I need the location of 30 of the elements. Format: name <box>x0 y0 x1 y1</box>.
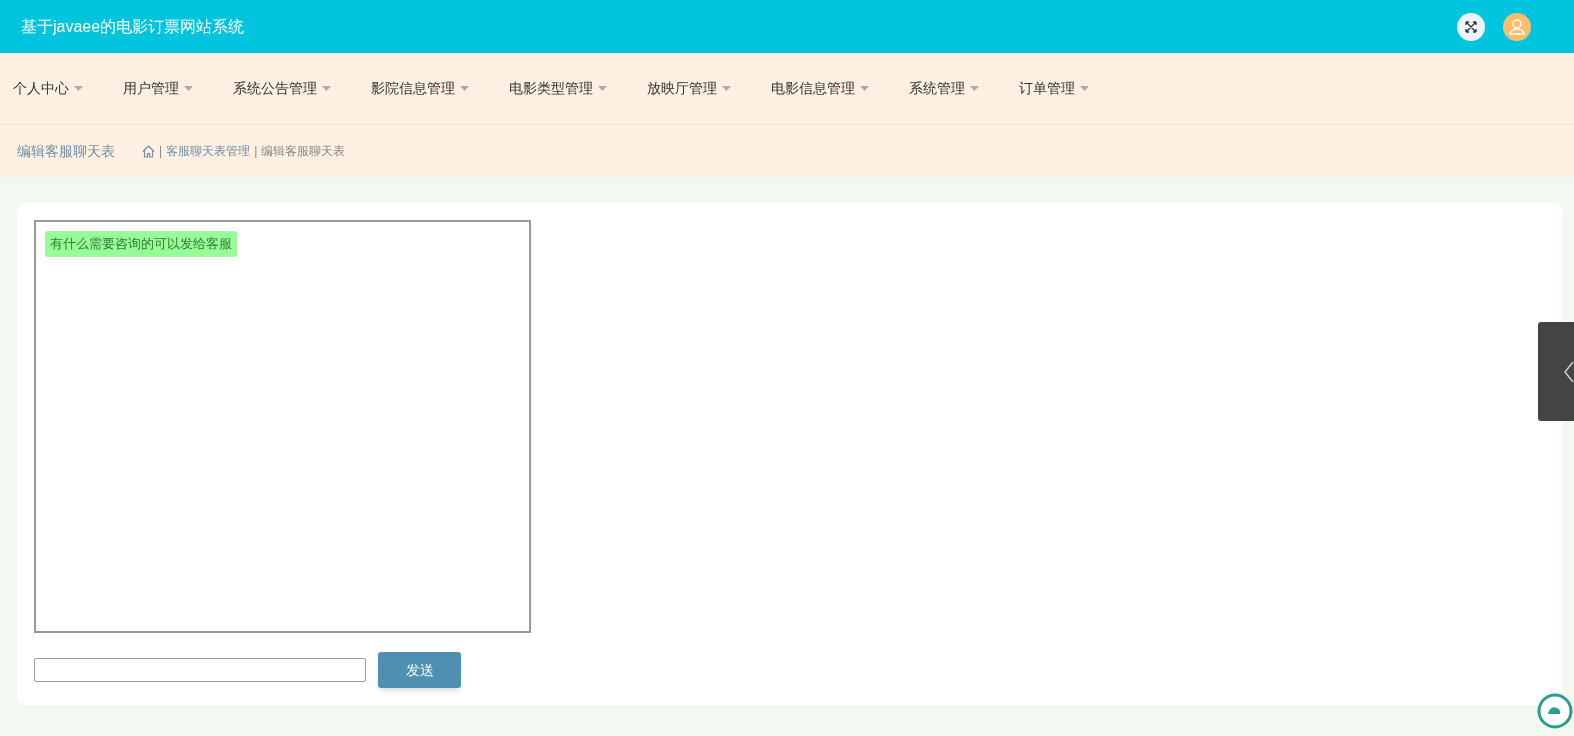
caret-icon <box>460 86 469 91</box>
menu-item[interactable]: 系统管理 <box>889 53 999 124</box>
caret-icon <box>598 86 607 91</box>
user-avatar-icon[interactable] <box>1503 12 1531 41</box>
menu-item[interactable]: 用户管理 <box>103 53 213 124</box>
fullscreen-icon[interactable] <box>1457 12 1485 41</box>
chat-bubble-icon[interactable] <box>1536 692 1574 730</box>
menu-item[interactable]: 影院信息管理 <box>351 53 489 124</box>
chat-message: 有什么需要咨询的可以发给客服 <box>45 231 237 257</box>
caret-icon <box>860 86 869 91</box>
message-input[interactable] <box>34 658 366 682</box>
menu-item[interactable]: 个人中心 <box>0 53 103 124</box>
menu-item[interactable]: 电影类型管理 <box>489 53 627 124</box>
home-icon[interactable] <box>142 144 155 158</box>
menu-item[interactable]: 订单管理 <box>999 53 1109 124</box>
chevron-left-icon <box>1564 359 1574 384</box>
menu-item[interactable]: 电影信息管理 <box>751 53 889 124</box>
breadcrumb-separator: | <box>254 143 258 160</box>
page-title: 编辑客服聊天表 <box>17 141 115 161</box>
menu-item[interactable]: 放映厅管理 <box>627 53 751 124</box>
caret-icon <box>322 86 331 91</box>
caret-icon <box>970 86 979 91</box>
caret-icon <box>1080 86 1089 91</box>
caret-icon <box>722 86 731 91</box>
menu-item[interactable]: 系统公告管理 <box>213 53 351 124</box>
site-title: 基于javaee的电影订票网站系统 <box>21 16 245 37</box>
send-button[interactable]: 发送 <box>378 652 461 688</box>
caret-icon <box>184 86 193 91</box>
breadcrumb-separator: | <box>159 143 163 160</box>
caret-icon <box>74 86 83 91</box>
